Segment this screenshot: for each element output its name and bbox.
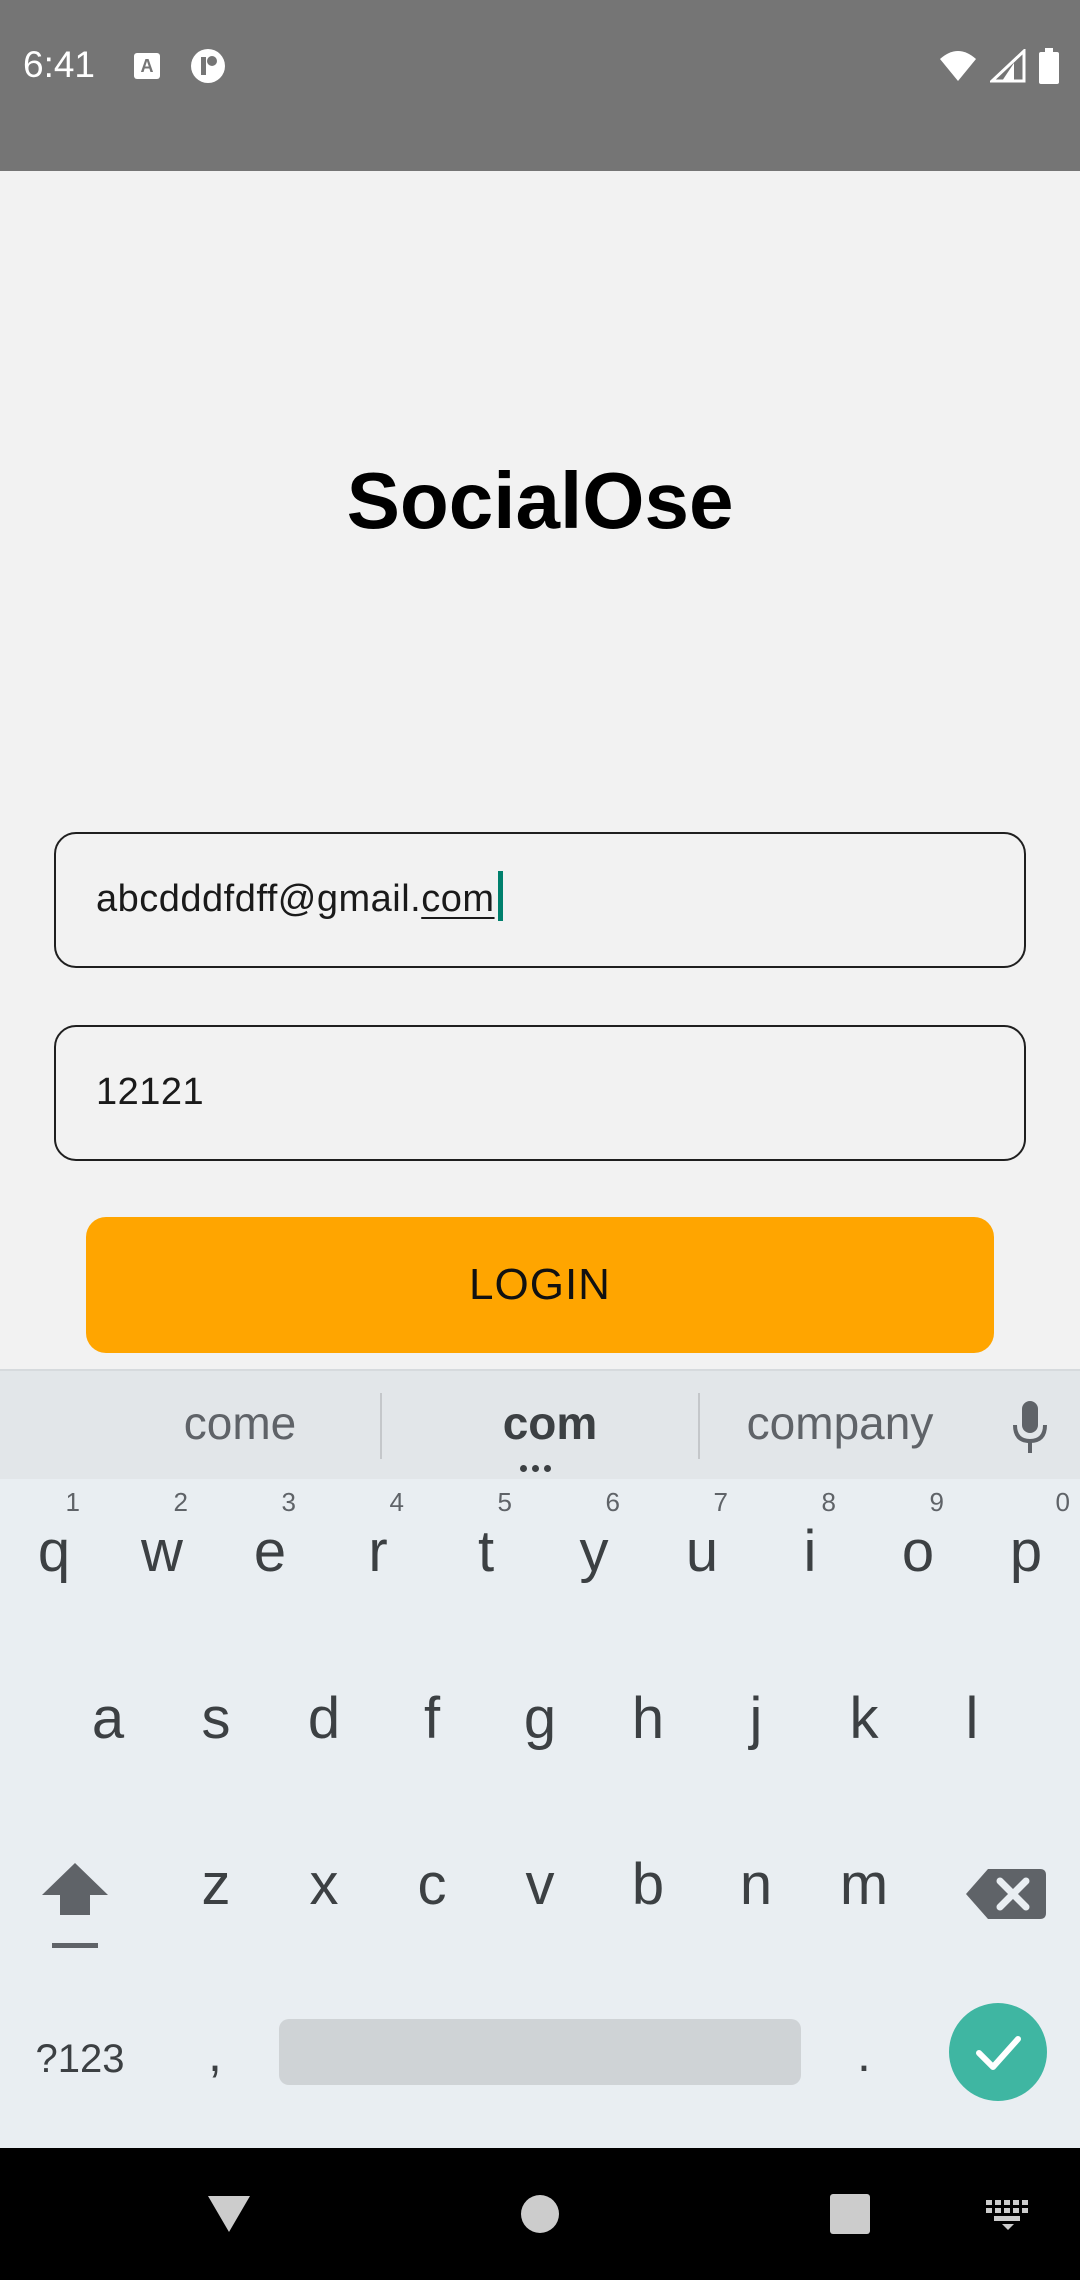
space-key[interactable]: [279, 2019, 801, 2085]
key-w[interactable]: w2: [112, 1481, 212, 1621]
key-y[interactable]: y6: [544, 1481, 644, 1621]
keyboard-a-icon: A: [134, 53, 160, 79]
status-time: 6:41: [23, 44, 96, 85]
system-icons: [938, 48, 1060, 84]
key-o[interactable]: o9: [868, 1481, 968, 1621]
back-icon[interactable]: [204, 2188, 254, 2238]
key-j[interactable]: j: [706, 1648, 806, 1788]
key-m[interactable]: m: [814, 1814, 914, 1954]
wifi-icon: [940, 51, 976, 81]
checkmark-icon: [976, 2036, 1021, 2070]
suggestion-company[interactable]: company: [700, 1396, 980, 1450]
app-circle-icon: [191, 49, 225, 83]
email-value-suffix: com: [421, 878, 495, 920]
status-bar: 6:41 A: [0, 0, 1080, 171]
key-s[interactable]: s: [166, 1648, 266, 1788]
password-value: 12121: [96, 1071, 205, 1113]
signal-icon: [990, 49, 1026, 83]
key-z[interactable]: z: [166, 1814, 266, 1954]
key-k[interactable]: k: [814, 1648, 914, 1788]
key-b[interactable]: b: [598, 1814, 698, 1954]
email-value-prefix: abcdddfdff@gmail.: [96, 878, 422, 920]
key-a[interactable]: a: [58, 1648, 158, 1788]
key-f[interactable]: f: [382, 1648, 482, 1788]
app-title: SocialOse: [346, 456, 734, 545]
key-t[interactable]: t5: [436, 1481, 536, 1621]
email-value: abcdddfdff@gmail.com: [96, 870, 503, 921]
suggestion-come[interactable]: come: [100, 1396, 380, 1450]
login-button[interactable]: LOGIN: [86, 1217, 994, 1353]
recents-icon[interactable]: [828, 2188, 872, 2238]
key-q[interactable]: q1: [4, 1481, 104, 1621]
key-g[interactable]: g: [490, 1648, 590, 1788]
suggestion-com[interactable]: com: [400, 1396, 700, 1450]
battery-icon: [1039, 48, 1059, 84]
key-x[interactable]: x: [274, 1814, 374, 1954]
key-c[interactable]: c: [382, 1814, 482, 1954]
password-field[interactable]: 12121: [54, 1025, 1026, 1161]
suggestion-bar: come com company: [0, 1369, 1080, 1479]
backspace-icon[interactable]: [960, 1849, 1050, 1939]
key-l[interactable]: l: [922, 1648, 1022, 1788]
enter-key[interactable]: [949, 2003, 1047, 2101]
shift-icon[interactable]: [30, 1843, 120, 1953]
key-u[interactable]: u7: [652, 1481, 752, 1621]
text-cursor: [497, 870, 503, 921]
key-r[interactable]: r4: [328, 1481, 428, 1621]
key-d[interactable]: d: [274, 1648, 374, 1788]
svg-text:A: A: [141, 56, 154, 76]
keyboard-switch-icon[interactable]: [986, 2200, 1030, 2230]
mic-icon[interactable]: [1010, 1399, 1050, 1455]
symbols-key[interactable]: ?123: [20, 2009, 140, 2109]
navigation-bar: [0, 2148, 1080, 2280]
comma-key[interactable]: ,: [165, 1999, 265, 2109]
key-p[interactable]: p0: [976, 1481, 1076, 1621]
email-field[interactable]: abcdddfdff@gmail.com: [54, 832, 1026, 968]
key-n[interactable]: n: [706, 1814, 806, 1954]
soft-keyboard: come com company q1 w2 e3 r4 t5 y6 u7 i8…: [0, 1369, 1080, 2148]
key-v[interactable]: v: [490, 1814, 590, 1954]
period-key[interactable]: .: [814, 1999, 914, 2109]
key-e[interactable]: e3: [220, 1481, 320, 1621]
suggestion-divider: [380, 1393, 382, 1459]
key-h[interactable]: h: [598, 1648, 698, 1788]
key-i[interactable]: i8: [760, 1481, 860, 1621]
home-icon[interactable]: [519, 2188, 561, 2238]
more-suggestions-icon: [520, 1465, 551, 1472]
